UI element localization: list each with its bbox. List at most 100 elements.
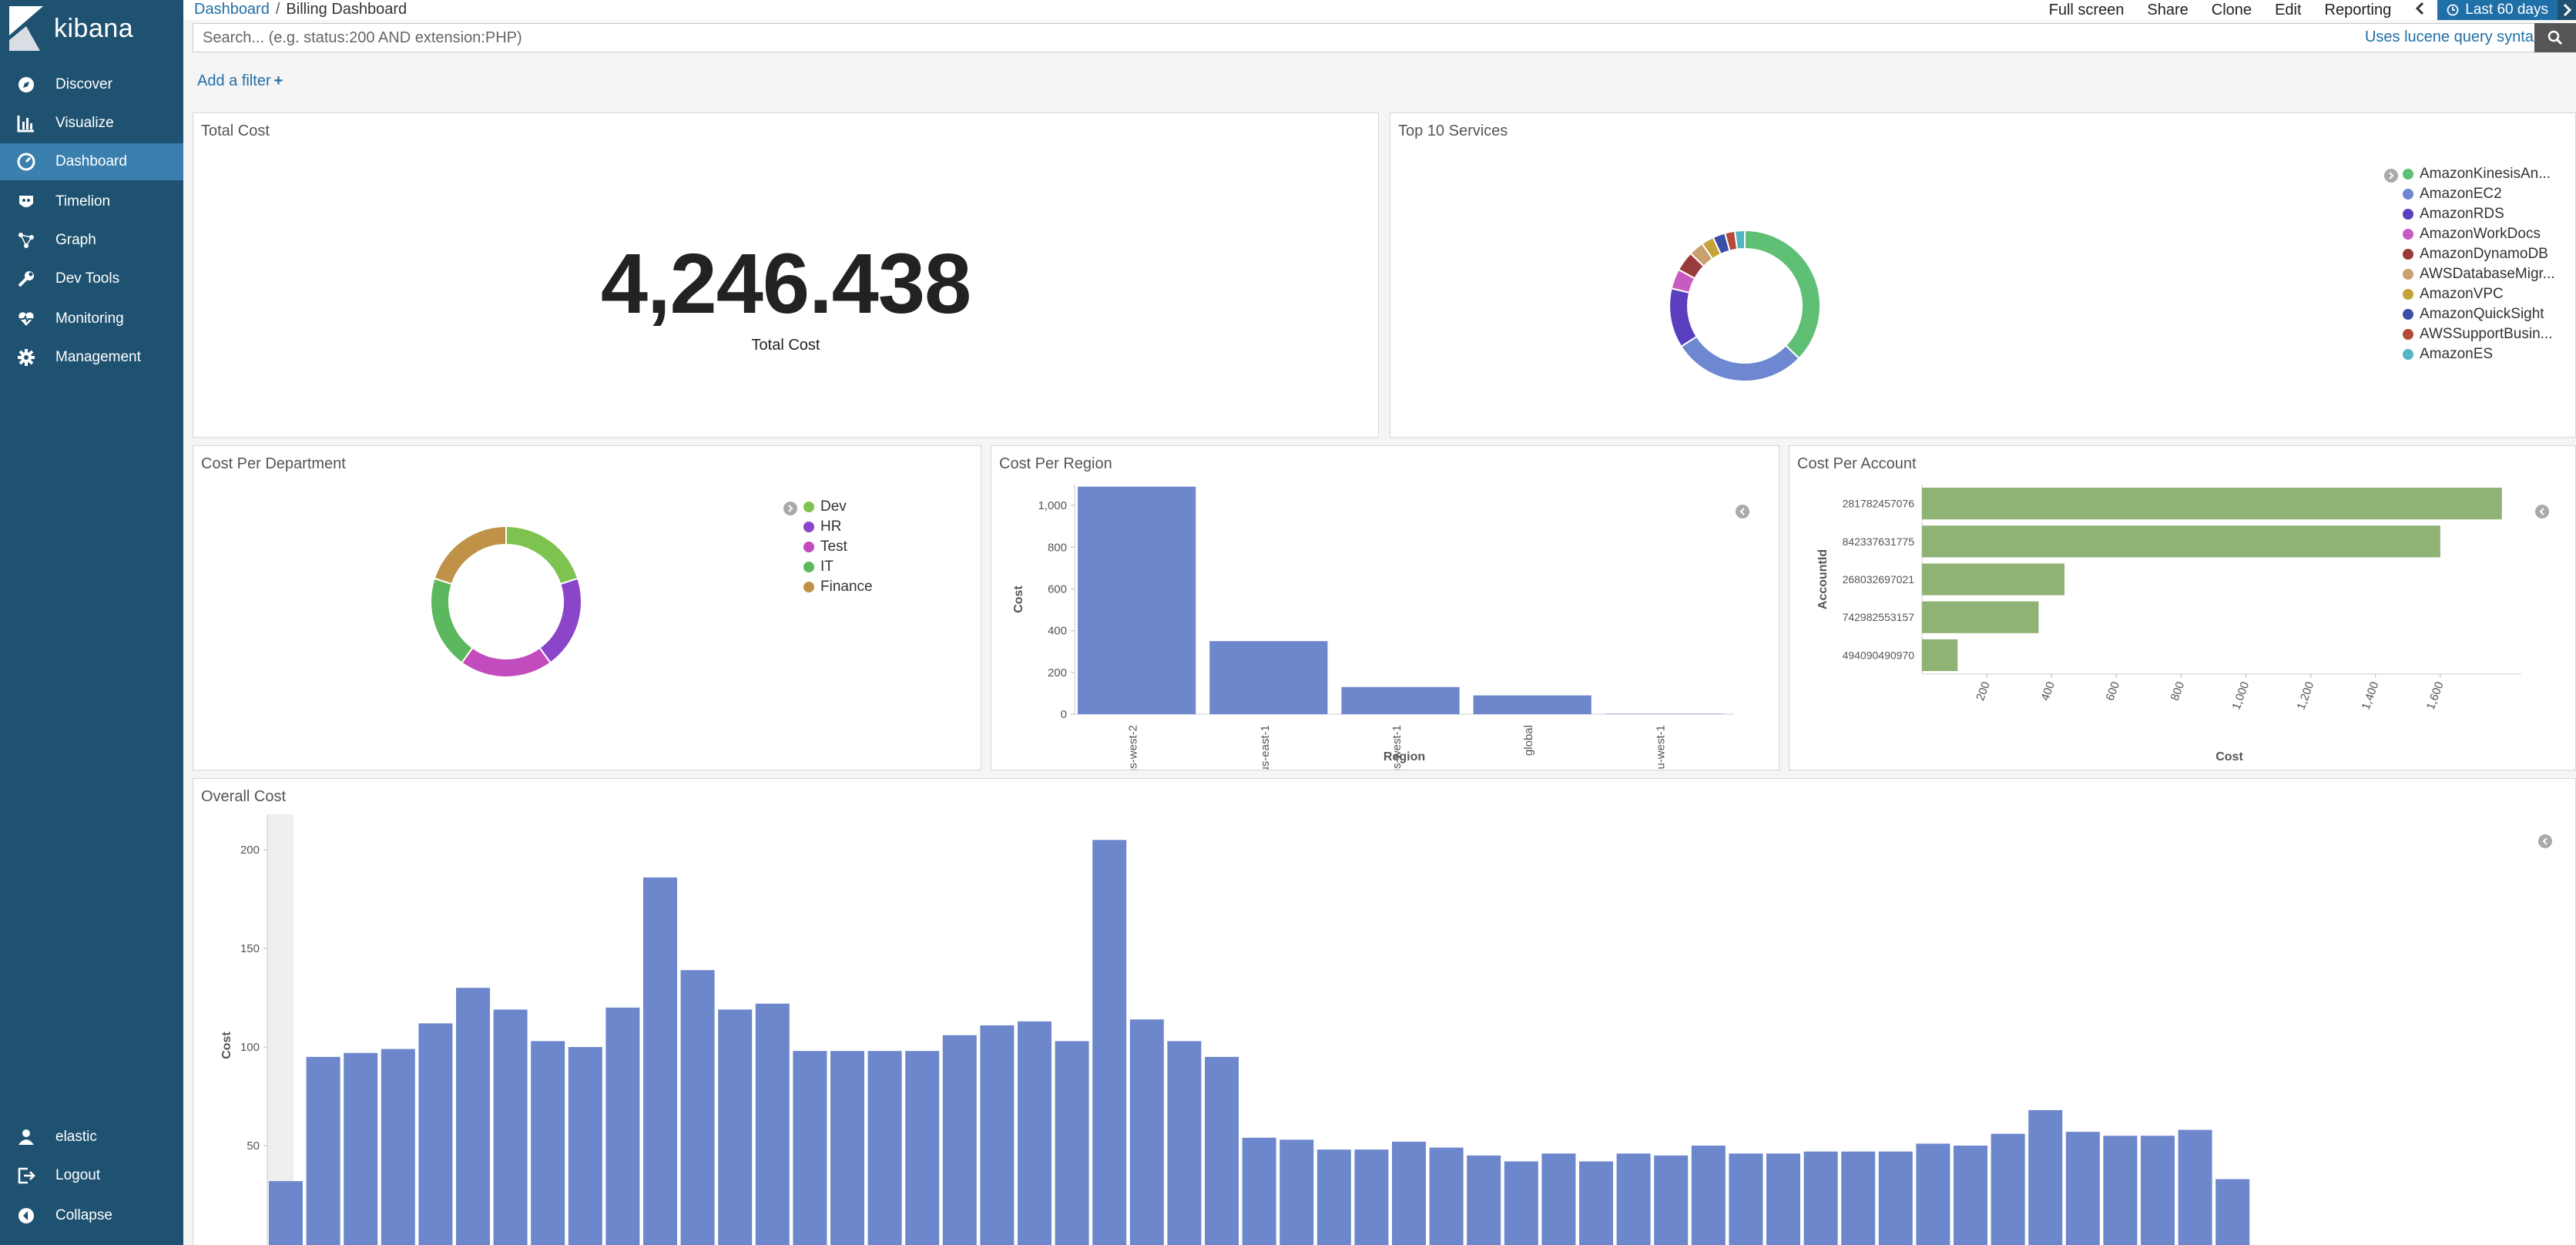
bar	[1841, 1151, 1876, 1245]
y-tick-label: 494090490970	[1843, 649, 1915, 661]
legend-swatch	[2403, 209, 2413, 220]
bar	[1129, 1019, 1164, 1245]
legend-item[interactable]: AmazonDynamoDB	[2403, 244, 2555, 264]
legend-swatch	[2403, 349, 2413, 360]
legend-item[interactable]: HR	[803, 517, 873, 537]
kibana-logo-icon	[9, 6, 43, 51]
user-icon	[14, 1125, 39, 1149]
panel-title: Total Cost	[201, 122, 270, 139]
legend-item[interactable]: AWSDatabaseMigr...	[2403, 264, 2555, 284]
legend-item[interactable]: IT	[803, 557, 873, 577]
legend-item[interactable]: Test	[803, 537, 873, 557]
x-tick-label: 400	[2038, 680, 2058, 703]
y-axis-title: Cost	[220, 1032, 233, 1059]
legend-toggle-button[interactable]	[2538, 834, 2552, 848]
x-tick-label: 1,200	[2295, 680, 2317, 712]
sidebar-item-label: elastic	[55, 1129, 97, 1145]
search-button[interactable]	[2534, 23, 2576, 52]
add-filter-label: Add a filter	[197, 72, 271, 89]
search-input[interactable]	[203, 24, 2283, 52]
legend-swatch	[2403, 269, 2413, 280]
bar	[1018, 1021, 1052, 1245]
sidebar-item-dashboard[interactable]: Dashboard	[0, 143, 183, 180]
plus-icon: +	[273, 72, 283, 89]
next-time-button[interactable]	[2558, 0, 2576, 20]
chevron-left-icon	[2542, 837, 2547, 845]
legend-item[interactable]: AmazonRDS	[2403, 204, 2555, 224]
legend-toggle-button[interactable]	[2535, 505, 2549, 518]
bar	[381, 1049, 415, 1245]
bar	[1878, 1151, 1913, 1245]
breadcrumb-root-link[interactable]: Dashboard	[194, 1, 270, 18]
gear-icon	[14, 345, 39, 370]
bar	[568, 1047, 602, 1245]
legend-item[interactable]: AmazonEC2	[2403, 184, 2555, 204]
fullscreen-button[interactable]: Full screen	[2049, 2, 2125, 19]
search-icon	[2547, 30, 2563, 45]
bar	[643, 877, 677, 1245]
legend-toggle-button[interactable]	[2384, 169, 2398, 183]
share-button[interactable]: Share	[2147, 2, 2188, 19]
sidebar-item-dev-tools[interactable]: Dev Tools	[0, 260, 183, 297]
sidebar-item-visualize[interactable]: Visualize	[0, 105, 183, 142]
x-tick-label: 1,000	[2229, 680, 2252, 712]
bar	[1916, 1143, 1950, 1245]
legend-toggle-button[interactable]	[1736, 505, 1749, 518]
bar	[1055, 1041, 1089, 1245]
chart-highlight-band	[267, 814, 293, 1244]
legend-item[interactable]: AmazonQuickSight	[2403, 304, 2555, 324]
bar	[1922, 488, 2502, 520]
bar	[1205, 1056, 1239, 1245]
bar	[1392, 1141, 1426, 1245]
sidebar-item-management[interactable]: Management	[0, 339, 183, 376]
clone-button[interactable]: Clone	[2212, 2, 2252, 19]
sidebar-item-graph[interactable]: Graph	[0, 222, 183, 259]
sidebar-item-logout[interactable]: Logout	[0, 1157, 183, 1194]
lucene-syntax-link[interactable]: Uses lucene query syntax	[2365, 29, 2541, 46]
legend-label: AmazonDynamoDB	[2420, 246, 2548, 262]
reporting-button[interactable]: Reporting	[2325, 2, 2392, 19]
legend-swatch	[803, 582, 814, 592]
legend-item[interactable]: AmazonVPC	[2403, 284, 2555, 304]
x-tick-label: 200	[1974, 680, 1993, 703]
graph-icon	[14, 228, 39, 253]
legend-item[interactable]: AWSSupportBusin...	[2403, 324, 2555, 344]
sidebar-item-timelion[interactable]: Timelion	[0, 183, 183, 220]
bar	[1317, 1149, 1351, 1245]
bar	[1473, 695, 1592, 714]
time-picker-button[interactable]: Last 60 days	[2437, 0, 2558, 20]
legend-item[interactable]: Dev	[803, 497, 873, 517]
bar	[2103, 1136, 2138, 1245]
bar	[905, 1051, 940, 1245]
legend-swatch	[803, 502, 814, 512]
kibana-logo[interactable]: kibana	[9, 6, 133, 51]
bar	[1467, 1155, 1501, 1245]
bar	[793, 1051, 827, 1245]
bar	[1209, 641, 1328, 714]
bar	[1341, 686, 1460, 714]
x-tick-label: us-west-2	[1127, 725, 1140, 770]
legend-item[interactable]: Finance	[803, 577, 873, 597]
pie-slice	[430, 577, 474, 664]
time-range-label: Last 60 days	[2465, 2, 2548, 18]
legend-swatch	[2403, 289, 2413, 300]
sidebar-item-collapse[interactable]: Collapse	[0, 1197, 183, 1234]
add-filter-button[interactable]: Add a filter +	[197, 72, 283, 90]
legend-item[interactable]: AmazonES	[2403, 344, 2555, 364]
sidebar-item-discover[interactable]: Discover	[0, 66, 183, 103]
legend-swatch	[2403, 189, 2413, 200]
edit-button[interactable]: Edit	[2275, 2, 2301, 19]
legend-label: AWSSupportBusin...	[2420, 326, 2553, 342]
bar	[1616, 1153, 1651, 1245]
legend-toggle-button[interactable]	[783, 502, 797, 515]
sidebar-item-user[interactable]: elastic	[0, 1119, 183, 1156]
overall-cost-bar-chart: 50 100 150 200 Cost	[220, 814, 2250, 1245]
legend-item[interactable]: AmazonKinesisAn...	[2403, 164, 2555, 184]
legend-item[interactable]: AmazonWorkDocs	[2403, 224, 2555, 244]
sidebar-item-monitoring[interactable]: Monitoring	[0, 300, 183, 337]
sidebar-item-label: Graph	[55, 232, 96, 248]
bar	[1579, 1161, 1613, 1245]
bar	[2028, 1109, 2063, 1245]
x-tick-label: global	[1522, 725, 1535, 756]
previous-time-button[interactable]	[2414, 0, 2425, 20]
